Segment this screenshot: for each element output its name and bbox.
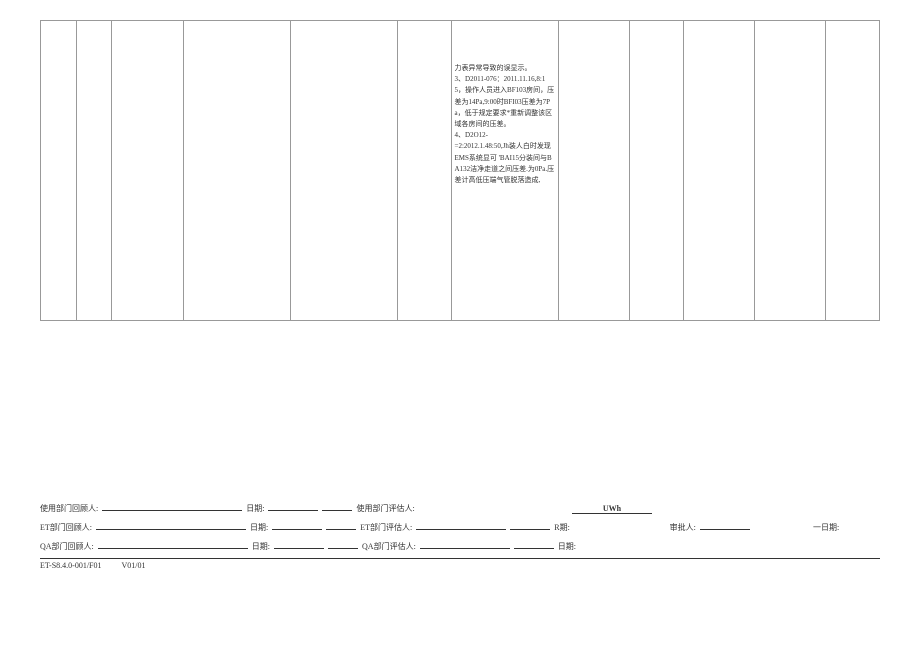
uwh-text: UWh xyxy=(603,504,621,513)
et-assessor-line-2 xyxy=(510,520,550,530)
table-cell xyxy=(683,21,754,321)
doc-code: ET-S8.4.0-001/F01 xyxy=(40,561,102,570)
qa-assessor-label: QA部门评估人: xyxy=(362,541,416,552)
table-cell xyxy=(754,21,825,321)
table-cell xyxy=(76,21,112,321)
footer-divider xyxy=(40,558,880,559)
user-reviewer-line xyxy=(102,501,242,511)
table-cell xyxy=(397,21,451,321)
date-label-1: 日期: xyxy=(246,503,264,514)
date-label-2: 日期: xyxy=(250,522,268,533)
et-assessor-line xyxy=(416,520,506,530)
date-line-2b xyxy=(326,520,356,530)
qa-reviewer-label: QA部门回顾人: xyxy=(40,541,94,552)
table-cell xyxy=(112,21,183,321)
table-cell: 力表异常导致的误显示。3、D2011-076：2011.11.16,8:15，操… xyxy=(451,21,558,321)
cell-text: 力表异常导致的误显示。3、D2011-076：2011.11.16,8:15，操… xyxy=(455,63,555,186)
table-cell xyxy=(183,21,290,321)
table-cell xyxy=(826,21,880,321)
date-line-1b xyxy=(322,501,352,511)
table-cell xyxy=(41,21,77,321)
sig-row-user: 使用部门回顾人: 日期: 使用部门评估人: UWh xyxy=(40,501,880,514)
et-assessor-label: ET部门评估人: xyxy=(360,522,412,533)
qa-reviewer-line xyxy=(98,539,248,549)
date-line-3b xyxy=(328,539,358,549)
table-cell xyxy=(290,21,397,321)
table-cell xyxy=(558,21,629,321)
sig-row-qa: QA部门回顾人: 日期: QA部门评估人: 日期: xyxy=(40,539,880,552)
uwh-line: UWh xyxy=(572,504,652,514)
et-reviewer-label: ET部门回顾人: xyxy=(40,522,92,533)
et-reviewer-line xyxy=(96,520,246,530)
date-line-3 xyxy=(274,539,324,549)
qa-assessor-line-2 xyxy=(514,539,554,549)
signatures-block: 使用部门回顾人: 日期: 使用部门评估人: UWh ET部门回顾人: 日期: E… xyxy=(40,501,880,570)
date-label-3: 日期: xyxy=(252,541,270,552)
sig-row-et: ET部门回顾人: 日期: ET部门评估人: R期: 审批人: 一日期: xyxy=(40,520,880,533)
date-line-2 xyxy=(272,520,322,530)
footer-block: ET-S8.4.0-001/F01 V01/01 xyxy=(40,561,880,570)
date-label-4: 日期: xyxy=(558,541,576,552)
date-line-1 xyxy=(268,501,318,511)
table-row: 力表异常导致的误显示。3、D2011-076：2011.11.16,8:15，操… xyxy=(41,21,880,321)
qa-assessor-line xyxy=(420,539,510,549)
r-label: R期: xyxy=(554,522,570,533)
dash-date-label: 一日期: xyxy=(813,522,839,533)
user-assessor-label: 使用部门评估人: xyxy=(356,503,414,514)
doc-version: V01/01 xyxy=(122,561,146,570)
approver-label: 审批人: xyxy=(670,522,696,533)
table-cell xyxy=(630,21,684,321)
user-reviewer-label: 使用部门回顾人: xyxy=(40,503,98,514)
data-table: 力表异常导致的误显示。3、D2011-076：2011.11.16,8:15，操… xyxy=(40,20,880,321)
approver-line xyxy=(700,520,750,530)
